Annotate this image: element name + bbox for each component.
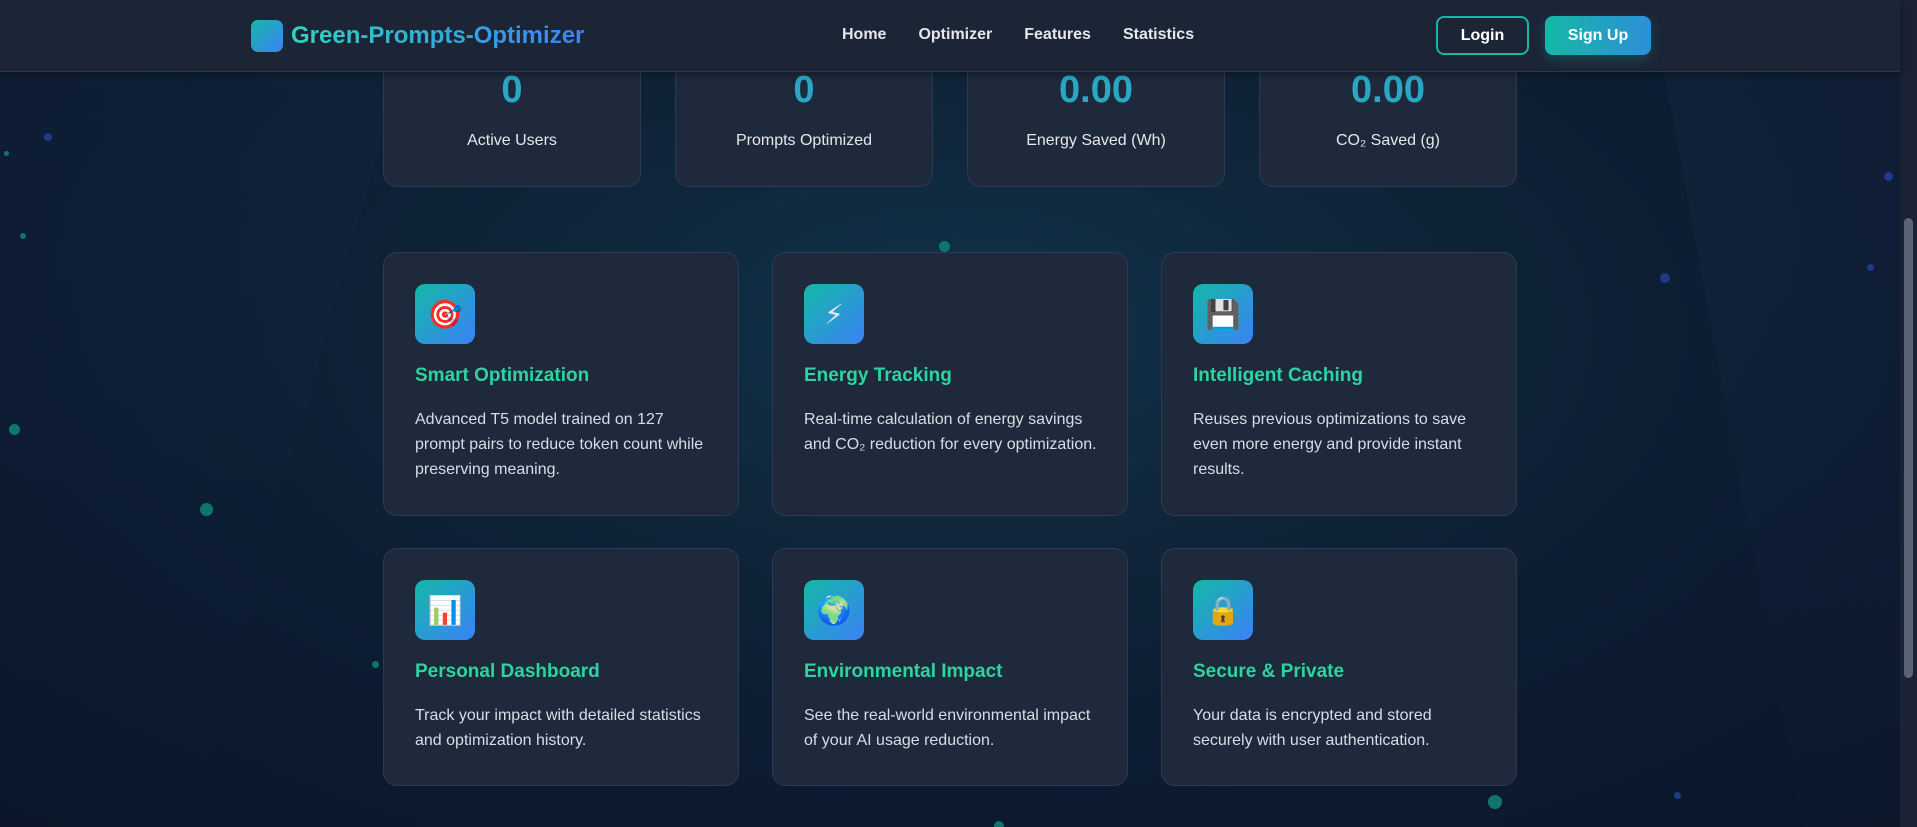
feature-description: Real-time calculation of energy savings … [804, 411, 1097, 453]
feature-description: Advanced T5 model trained on 127 prompt … [415, 411, 704, 478]
stat-label: Active Users [467, 132, 557, 149]
feature-title: Energy Tracking [804, 365, 952, 386]
login-button[interactable]: Login [1436, 16, 1529, 55]
feature-title: Secure & Private [1193, 661, 1345, 682]
globe-icon: 🌍 [804, 580, 864, 640]
scrollbar-track[interactable] [1900, 0, 1917, 827]
stat-label: CO₂ Saved (g) [1335, 132, 1441, 149]
background-particle [1674, 792, 1681, 799]
stat-card-prompts-optimized: 0 Prompts Optimized [675, 60, 933, 187]
background-particle [994, 821, 1004, 827]
feature-card-secure-private: 🔒 Secure & Private Your data is encrypte… [1161, 548, 1517, 786]
lock-icon: 🔒 [1193, 580, 1253, 640]
background-particle [1884, 172, 1893, 181]
stat-label: Prompts Optimized [735, 132, 873, 149]
stat-card-active-users: 0 Active Users [383, 60, 641, 187]
navbar: Green-Prompts-Optimizer Home Optimizer F… [0, 0, 1900, 72]
nav-link-home[interactable]: Home [842, 26, 886, 44]
feature-card-smart-optimization: 🎯 Smart Optimization Advanced T5 model t… [383, 252, 739, 516]
stat-card-co2-saved: 0.00 CO₂ Saved (g) [1259, 60, 1517, 187]
stat-value: 0.00 [1059, 69, 1133, 111]
background-particle [44, 133, 52, 141]
background-particle [1488, 795, 1502, 809]
target-icon: 🎯 [415, 284, 475, 344]
brand-name: Green-Prompts-Optimizer [291, 22, 585, 49]
lightning-icon: ⚡ [804, 284, 864, 344]
feature-title: Environmental Impact [804, 661, 1003, 682]
background-shape-left [0, 0, 420, 827]
scrollbar-thumb[interactable] [1904, 218, 1913, 678]
feature-title: Intelligent Caching [1193, 365, 1363, 386]
nav-link-optimizer[interactable]: Optimizer [918, 26, 992, 44]
feature-card-intelligent-caching: 💾 Intelligent Caching Reuses previous op… [1161, 252, 1517, 516]
feature-title: Personal Dashboard [415, 661, 600, 682]
background-particle [200, 503, 213, 516]
nav-links: Home Optimizer Features Statistics [842, 26, 1194, 44]
background-particle [20, 233, 26, 239]
nav-link-statistics[interactable]: Statistics [1123, 26, 1194, 44]
background-particle [372, 661, 379, 668]
background-particle [4, 151, 9, 156]
floppy-disk-icon: 💾 [1193, 284, 1253, 344]
background-particle [939, 241, 950, 252]
brand-link[interactable]: Green-Prompts-Optimizer [251, 20, 584, 52]
feature-card-personal-dashboard: 📊 Personal Dashboard Track your impact w… [383, 548, 739, 786]
background-particle [1867, 264, 1874, 271]
stat-card-energy-saved: 0.00 Energy Saved (Wh) [967, 60, 1225, 187]
brand-logo-icon [251, 20, 283, 52]
stat-value: 0 [793, 69, 815, 111]
feature-description: Track your impact with detailed statisti… [415, 707, 701, 749]
feature-description: See the real-world environmental impact … [804, 707, 1091, 749]
background-particle [9, 424, 20, 435]
stat-value: 0.00 [1351, 69, 1425, 111]
nav-link-features[interactable]: Features [1024, 26, 1091, 44]
feature-description: Reuses previous optimizations to save ev… [1193, 411, 1467, 478]
background-particle [1660, 273, 1670, 283]
feature-description: Your data is encrypted and stored secure… [1193, 707, 1432, 749]
stat-value: 0 [501, 69, 523, 111]
feature-card-environmental-impact: 🌍 Environmental Impact See the real-worl… [772, 548, 1128, 786]
feature-title: Smart Optimization [415, 365, 590, 386]
signup-button[interactable]: Sign Up [1545, 16, 1651, 55]
background-shape-right [1651, 0, 1917, 827]
feature-card-energy-tracking: ⚡ Energy Tracking Real-time calculation … [772, 252, 1128, 516]
bar-chart-icon: 📊 [415, 580, 475, 640]
stat-label: Energy Saved (Wh) [1026, 132, 1166, 149]
